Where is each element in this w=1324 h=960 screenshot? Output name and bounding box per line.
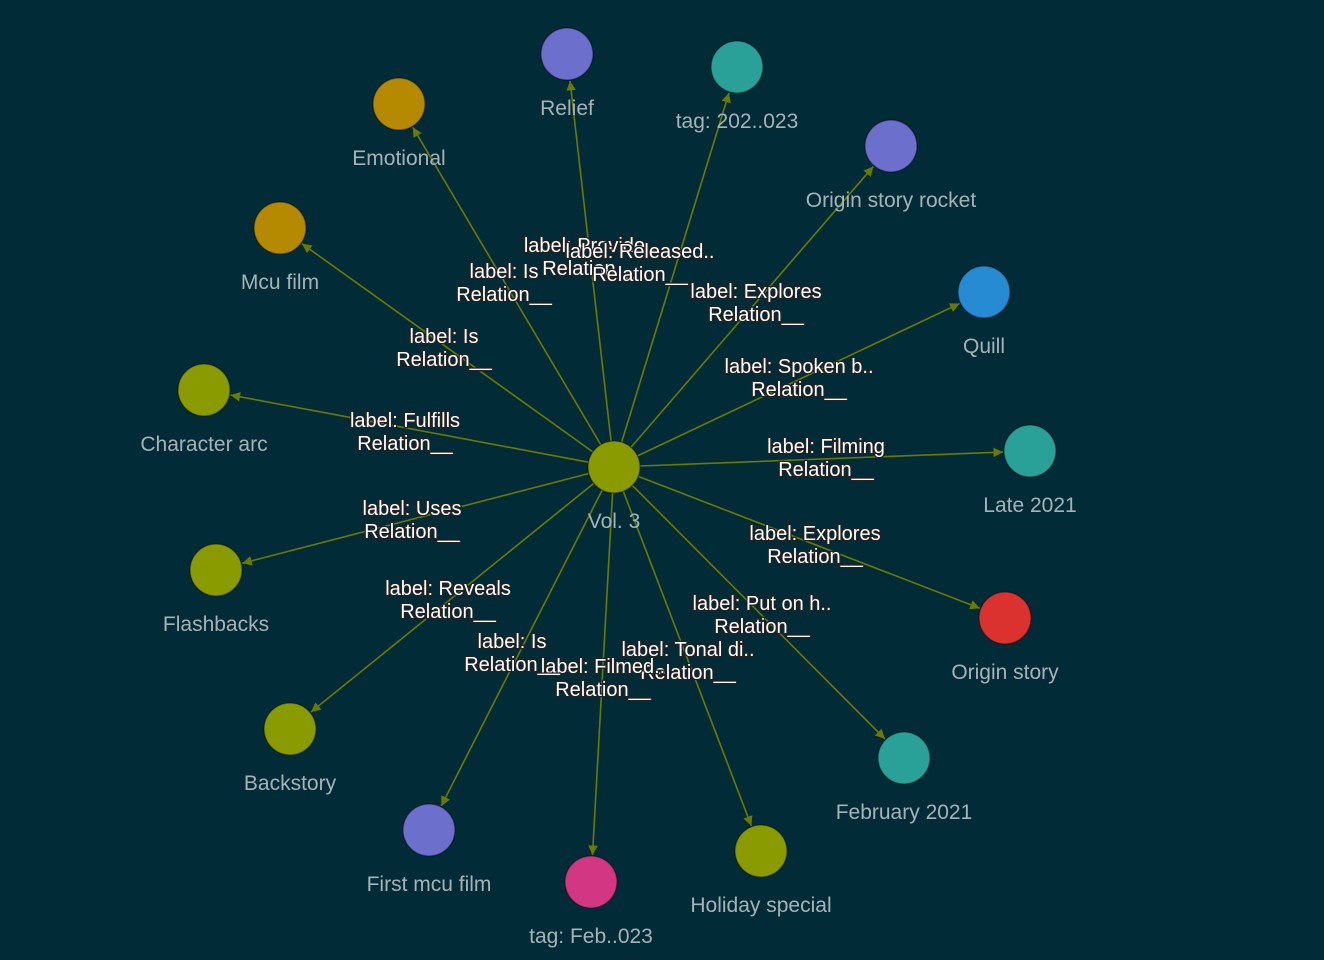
node-character-arc[interactable]: Character arc xyxy=(140,363,268,456)
node-circle[interactable] xyxy=(734,824,788,878)
edge-label-line: Relation__ xyxy=(778,459,875,481)
edge-label-late-2021: label: Filming Relation__ xyxy=(767,436,885,481)
edge-label-line: Relation__ xyxy=(400,601,497,623)
edge-label-line: label: Filming xyxy=(767,436,885,458)
node-label: Quill xyxy=(963,335,1005,358)
node-backstory[interactable]: Backstory xyxy=(244,702,337,795)
edge-label-backstory: label: Reveals Relation__ xyxy=(385,578,511,623)
node-label: Character arc xyxy=(140,433,267,456)
edge-label-line: label: Released.. xyxy=(566,241,715,263)
edge-label-line: label: Put on h.. xyxy=(693,593,832,615)
node-circle[interactable] xyxy=(710,40,764,94)
nodes-layer: Relief tag: 202..023 Origin story rocket Qu… xyxy=(140,27,1077,948)
edge-label-line: label: Explores xyxy=(749,523,880,545)
node-emotional[interactable]: Emotional xyxy=(352,77,446,170)
edge-label-line: label: Reveals xyxy=(385,578,511,600)
node-label: First mcu film xyxy=(367,873,492,896)
node-late-2021[interactable]: Late 2021 xyxy=(983,424,1077,517)
node-label: Vol. 3 xyxy=(588,510,641,533)
node-label: Backstory xyxy=(244,772,337,795)
node-flashbacks[interactable]: Flashbacks xyxy=(163,543,269,636)
node-circle[interactable] xyxy=(263,702,317,756)
edge-label-line: label: Explores xyxy=(690,281,821,303)
node-label: Late 2021 xyxy=(983,494,1076,517)
edge-label-line: label: Is xyxy=(470,261,539,283)
edge-label-first-mcu-film: label: Is Relation__ xyxy=(464,631,561,676)
node-label: tag: 202..023 xyxy=(676,110,799,133)
edge-label-line: Relation__ xyxy=(555,679,652,701)
node-label: Relief xyxy=(540,97,594,120)
node-circle[interactable] xyxy=(864,119,918,173)
node-origin-story[interactable]: Origin story xyxy=(951,591,1059,684)
node-label: Origin story xyxy=(951,661,1059,684)
node-circle[interactable] xyxy=(253,201,307,255)
edge-label-line: label: Fulfills xyxy=(350,410,460,432)
node-circle[interactable] xyxy=(540,27,594,81)
knowledge-graph: label: Provide.. Relation__label: Release… xyxy=(140,27,1077,948)
edge-label-line: Relation__ xyxy=(714,616,811,638)
edge-label-line: label: Is xyxy=(478,631,547,653)
node-label: Holiday special xyxy=(690,894,831,917)
node-circle[interactable] xyxy=(978,591,1032,645)
edge-label-line: label: Uses xyxy=(363,498,462,520)
node-circle[interactable] xyxy=(957,265,1011,319)
node-origin-story-rocket[interactable]: Origin story rocket xyxy=(806,119,977,212)
edge-label-line: label: Is xyxy=(410,326,479,348)
edge-label-emotional: label: Is Relation__ xyxy=(456,261,553,306)
node-circle[interactable] xyxy=(189,543,243,597)
edge-label-line: Relation__ xyxy=(464,654,561,676)
node-tag2023[interactable]: tag: 202..023 xyxy=(676,40,799,133)
node-label: February 2021 xyxy=(836,801,973,824)
node-label: Flashbacks xyxy=(163,613,269,636)
node-label: Mcu film xyxy=(241,271,319,294)
node-circle[interactable] xyxy=(372,77,426,131)
node-label: Emotional xyxy=(352,147,445,170)
node-february-2021[interactable]: February 2021 xyxy=(836,731,973,824)
node-label: Origin story rocket xyxy=(806,189,977,212)
edge-label-line: label: Spoken b.. xyxy=(725,356,874,378)
edge-label-line: Relation__ xyxy=(364,521,461,543)
edge-label-mcu-film: label: Is Relation__ xyxy=(396,326,493,371)
node-vol3[interactable]: Vol. 3 xyxy=(587,440,641,533)
node-circle[interactable] xyxy=(402,803,456,857)
edge-label-line: Relation__ xyxy=(456,284,553,306)
node-relief[interactable]: Relief xyxy=(540,27,594,120)
edge-label-origin-story-rocket: label: Explores Relation__ xyxy=(690,281,821,326)
node-circle[interactable] xyxy=(587,440,641,494)
edge-label-line: Relation__ xyxy=(357,433,454,455)
edge-label-quill: label: Spoken b.. Relation__ xyxy=(725,356,874,401)
edge-label-february-2021: label: Put on h.. Relation__ xyxy=(693,593,832,638)
edge-label-flashbacks: label: Uses Relation__ xyxy=(363,498,462,543)
node-holiday-special[interactable]: Holiday special xyxy=(690,824,832,917)
node-tag-feb[interactable]: tag: Feb..023 xyxy=(529,855,653,948)
edge-label-line: Relation__ xyxy=(751,379,848,401)
node-label: tag: Feb..023 xyxy=(529,925,653,948)
node-circle[interactable] xyxy=(177,363,231,417)
edge-label-line: Relation__ xyxy=(592,264,689,286)
node-first-mcu-film[interactable]: First mcu film xyxy=(367,803,492,896)
node-quill[interactable]: Quill xyxy=(957,265,1011,358)
edge-label-line: Relation__ xyxy=(767,546,864,568)
edge-label-origin-story: label: Explores Relation__ xyxy=(749,523,880,568)
node-circle[interactable] xyxy=(877,731,931,785)
edge-label-character-arc: label: Fulfills Relation__ xyxy=(350,410,460,455)
edge-label-line: Relation__ xyxy=(708,304,805,326)
node-circle[interactable] xyxy=(564,855,618,909)
edge-label-line: Relation__ xyxy=(396,349,493,371)
node-circle[interactable] xyxy=(1003,424,1057,478)
